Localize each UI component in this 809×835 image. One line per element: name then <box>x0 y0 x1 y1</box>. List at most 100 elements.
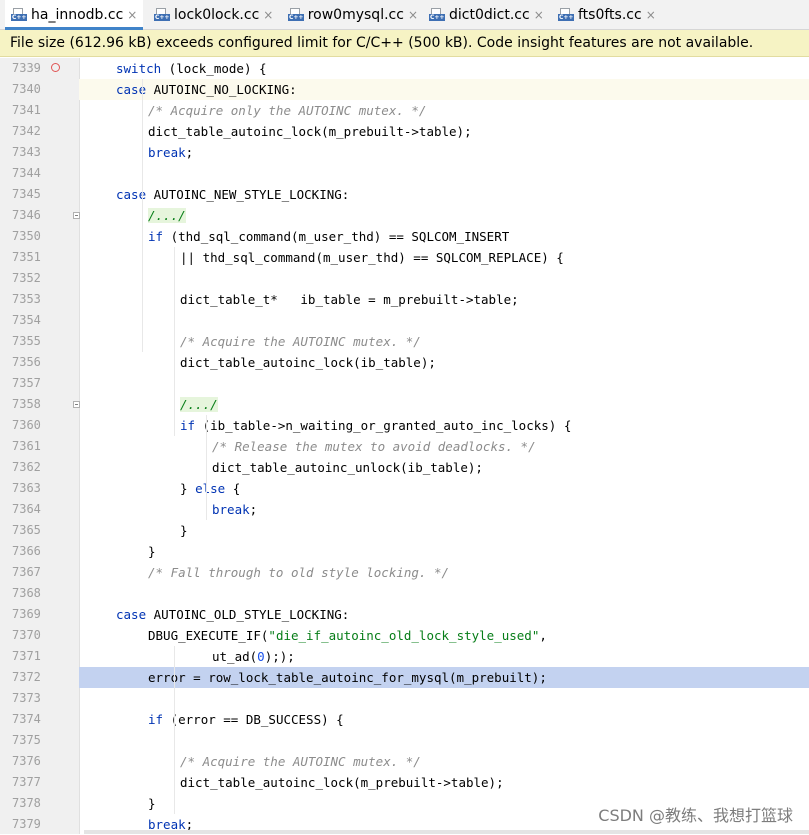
code-line[interactable]: 7369 case AUTOINC_OLD_STYLE_LOCKING: <box>0 604 809 625</box>
code-editor[interactable]: 7339 switch (lock_mode) { 7340 case AUTOINC… <box>0 58 809 834</box>
code-line[interactable]: 7372 error = row_lock_table_autoinc_for_m… <box>0 667 809 688</box>
code-line[interactable]: 7352 <box>0 268 809 289</box>
code-text: } <box>180 520 188 541</box>
code-line[interactable]: 7344 <box>0 163 809 184</box>
fold-toggle-icon[interactable] <box>73 212 80 219</box>
indent-guide <box>174 247 175 436</box>
line-number: 7366 <box>12 544 41 558</box>
code-line[interactable]: 7375 <box>0 730 809 751</box>
code-line[interactable]: 7350 if (thd_sql_command(m_user_thd) == S… <box>0 226 809 247</box>
code-line[interactable]: 7356 dict_table_autoinc_lock(ib_table); <box>0 352 809 373</box>
close-icon[interactable]: × <box>263 8 273 22</box>
line-number: 7370 <box>12 628 41 642</box>
tab-dict0dict-cc[interactable]: C++ dict0dict.cc × <box>423 0 547 29</box>
code-line[interactable]: 7353 dict_table_t* ib_table = m_prebuilt-… <box>0 289 809 310</box>
code-line[interactable]: 7351 || thd_sql_command(m_user_thd) == SQ… <box>0 247 809 268</box>
cpp-file-icon: C++ <box>11 7 28 22</box>
breakpoint-icon[interactable] <box>51 63 60 72</box>
tab-lock0lock-cc[interactable]: C++ lock0lock.cc × <box>148 0 278 29</box>
line-number: 7346 <box>12 208 41 222</box>
folded-region[interactable]: /.../ <box>148 208 186 223</box>
code-line[interactable]: 7342 dict_table_autoinc_lock(m_prebuilt->… <box>0 121 809 142</box>
code-text: /* Acquire only the AUTOINC mutex. */ <box>148 100 426 121</box>
tab-row0mysql-cc[interactable]: C++ row0mysql.cc × <box>282 0 418 29</box>
tab-fts0fts-cc[interactable]: C++ fts0fts.cc × <box>552 0 662 29</box>
horizontal-scrollbar[interactable] <box>84 830 809 834</box>
code-line[interactable]: 7367 /* Fall through to old style locking… <box>0 562 809 583</box>
code-line[interactable]: 7340 case AUTOINC_NO_LOCKING: <box>0 79 809 100</box>
code-text: if (thd_sql_command(m_user_thd) == SQLCO… <box>148 226 509 247</box>
code-token: } <box>180 523 188 538</box>
line-number: 7377 <box>12 775 41 789</box>
close-icon[interactable]: × <box>127 8 137 22</box>
code-line[interactable]: 7362 dict_table_autoinc_unlock(ib_table); <box>0 457 809 478</box>
line-number: 7355 <box>12 334 41 348</box>
code-token: case <box>116 607 147 622</box>
folded-region[interactable]: /.../ <box>180 397 218 412</box>
code-line[interactable]: 7345 case AUTOINC_NEW_STYLE_LOCKING: <box>0 184 809 205</box>
code-line[interactable]: 7366} <box>0 541 809 562</box>
code-token: } <box>180 481 196 496</box>
code-line[interactable]: 7361 /* Release the mutex to avoid deadlo… <box>0 436 809 457</box>
code-token: { <box>225 481 241 496</box>
line-number: 7342 <box>12 124 41 138</box>
code-token: (thd_sql_command(m_user_thd) == SQLCOM_I… <box>163 229 510 244</box>
code-token: "die_if_autoinc_old_lock_style_used" <box>268 628 540 643</box>
code-token: /* Release the mutex to avoid deadlocks.… <box>212 439 536 454</box>
code-line[interactable]: 7377 dict_table_autoinc_lock(m_prebuilt->… <box>0 772 809 793</box>
code-line[interactable]: 7343 break; <box>0 142 809 163</box>
line-number: 7353 <box>12 292 41 306</box>
code-text: DBUG_EXECUTE_IF("die_if_autoinc_old_lock… <box>148 625 547 646</box>
code-text: case AUTOINC_NO_LOCKING: <box>116 79 297 100</box>
line-number: 7375 <box>12 733 41 747</box>
code-text: error = row_lock_table_autoinc_for_mysql… <box>148 667 547 688</box>
code-line[interactable]: 7358 /.../ <box>0 394 809 415</box>
line-number: 7343 <box>12 145 41 159</box>
code-line[interactable]: 7341 /* Acquire only the AUTOINC mutex. *… <box>0 100 809 121</box>
code-line[interactable]: 7370 DBUG_EXECUTE_IF("die_if_autoinc_old_… <box>0 625 809 646</box>
code-text: if (ib_table->n_waiting_or_granted_auto_… <box>180 415 571 436</box>
code-line[interactable]: 7357 <box>0 373 809 394</box>
code-token: dict_table_t* ib_table = m_prebuilt->tab… <box>180 292 519 307</box>
tab-ha-innodb-cc[interactable]: C++ ha_innodb.cc × <box>5 0 143 30</box>
code-line[interactable]: 7355 /* Acquire the AUTOINC mutex. */ <box>0 331 809 352</box>
indent-guide <box>206 415 207 520</box>
code-line[interactable]: 7373 <box>0 688 809 709</box>
code-line[interactable]: 7368 <box>0 583 809 604</box>
code-token: (lock_mode) { <box>161 61 267 76</box>
code-token: (error == DB_SUCCESS) { <box>163 712 344 727</box>
file-size-warning-banner: File size (612.96 kB) exceeds configured… <box>0 30 809 57</box>
close-icon[interactable]: × <box>408 8 418 22</box>
code-line[interactable]: 7339 switch (lock_mode) { <box>0 58 809 79</box>
code-line[interactable]: 7365} <box>0 520 809 541</box>
code-token: error = row_lock_table_autoinc_for_mysql… <box>148 670 547 685</box>
code-line[interactable]: 7371 ut_ad(0);); <box>0 646 809 667</box>
code-token: AUTOINC_OLD_STYLE_LOCKING: <box>146 607 350 622</box>
line-number: 7369 <box>12 607 41 621</box>
code-line[interactable]: 7360 if (ib_table->n_waiting_or_granted_a… <box>0 415 809 436</box>
line-number: 7361 <box>12 439 41 453</box>
code-line[interactable]: 7374 if (error == DB_SUCCESS) { <box>0 709 809 730</box>
line-number: 7357 <box>12 376 41 390</box>
code-line[interactable]: 7376 /* Acquire the AUTOINC mutex. */ <box>0 751 809 772</box>
code-line[interactable]: 7363} else { <box>0 478 809 499</box>
code-line[interactable]: 7346 /.../ <box>0 205 809 226</box>
code-text: break; <box>148 142 193 163</box>
code-token: (ib_table->n_waiting_or_granted_auto_inc… <box>195 418 572 433</box>
close-icon[interactable]: × <box>646 8 656 22</box>
code-text: } <box>148 793 156 814</box>
line-number: 7340 <box>12 82 41 96</box>
code-text: /.../ <box>180 394 218 415</box>
fold-toggle-icon[interactable] <box>73 401 80 408</box>
tab-label: fts0fts.cc <box>578 6 642 23</box>
code-line[interactable]: 7364 break; <box>0 499 809 520</box>
cpp-file-icon: C++ <box>154 7 171 22</box>
code-token: } <box>148 544 156 559</box>
code-token: ; <box>249 502 258 517</box>
code-text: } <box>148 541 156 562</box>
cpp-file-icon: C++ <box>288 7 305 22</box>
editor-tab-bar: C++ ha_innodb.cc × C++ lock0lock.cc × C++ row0m… <box>0 0 809 30</box>
line-number: 7364 <box>12 502 41 516</box>
code-line[interactable]: 7354 <box>0 310 809 331</box>
close-icon[interactable]: × <box>534 8 544 22</box>
